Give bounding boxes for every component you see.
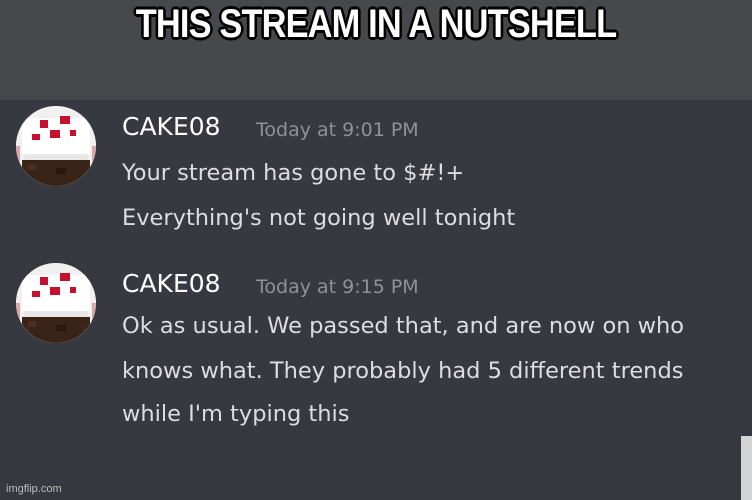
message-line: Your stream has gone to $#!+ <box>122 160 465 186</box>
message-line: knows what. They probably had 5 differen… <box>122 358 684 384</box>
timestamp: Today at 9:01 PM <box>256 119 419 141</box>
username[interactable]: CAKE08 <box>122 112 221 141</box>
message-line: Ok as usual. We passed that, and are now… <box>122 313 685 339</box>
timestamp: Today at 9:15 PM <box>256 276 419 298</box>
message-line: Everything's not going well tonight <box>122 205 516 231</box>
scrollbar[interactable] <box>741 436 752 500</box>
meme-caption: THIS STREAM IN A NUTSHELL <box>135 2 617 46</box>
username[interactable]: CAKE08 <box>122 269 221 298</box>
cake-avatar-icon[interactable] <box>16 263 96 343</box>
message-line: while I'm typing this <box>122 401 350 427</box>
imgflip-watermark: imgflip.com <box>6 483 62 495</box>
cake-avatar-icon[interactable] <box>16 106 96 186</box>
